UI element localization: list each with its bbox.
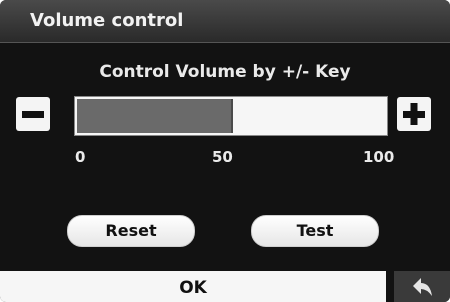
scale-label-max: 100 [363, 148, 395, 166]
instruction-text: Control Volume by +/- Key [99, 62, 351, 82]
title-bar: Volume control [0, 0, 450, 43]
scale-label-min: 0 [75, 148, 86, 166]
scale-label-mid: 50 [212, 148, 233, 166]
back-button[interactable] [394, 271, 450, 302]
minus-icon [22, 111, 44, 118]
back-arrow-icon [413, 278, 432, 296]
volume-up-button[interactable] [397, 97, 431, 131]
reset-button[interactable]: Reset [67, 215, 195, 247]
volume-slider[interactable] [74, 96, 388, 136]
ok-button[interactable]: OK [0, 271, 386, 302]
volume-level-fill [77, 99, 233, 133]
volume-down-button[interactable] [16, 97, 50, 131]
plus-icon [403, 103, 425, 125]
dialog-title: Volume control [30, 10, 184, 31]
volume-control-dialog: Volume control Control Volume by +/- Key… [0, 0, 450, 302]
test-button[interactable]: Test [251, 215, 379, 247]
